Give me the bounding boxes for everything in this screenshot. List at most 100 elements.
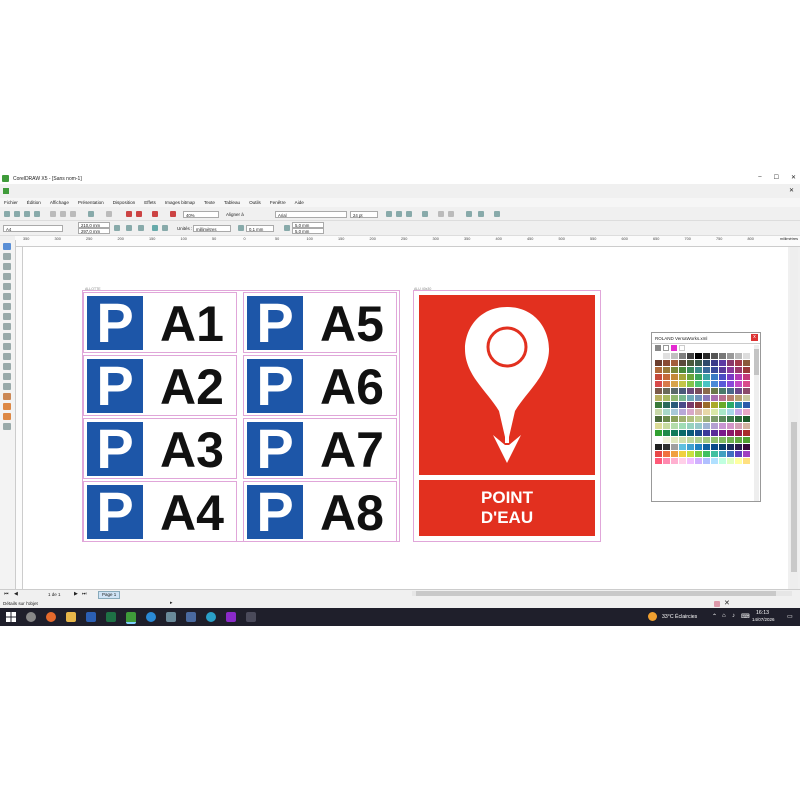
palette-swatch[interactable] [695,395,703,402]
palette-swatch[interactable] [703,451,711,458]
page-height-field[interactable]: 297,0 mm [78,228,110,234]
outline-tool-icon[interactable] [3,403,11,410]
palette-swatch[interactable] [743,353,751,360]
current-page-icon[interactable] [162,225,168,231]
palette-swatch[interactable] [695,402,703,409]
palette-swatch[interactable] [655,402,663,409]
browser-icon[interactable] [206,612,216,622]
palette-swatch[interactable] [703,423,711,430]
palette-swatch[interactable] [663,374,671,381]
search-icon[interactable] [26,612,36,622]
weather-icon[interactable] [648,612,657,621]
notifications-icon[interactable]: ▭ [787,613,793,620]
prev-page-icon[interactable]: ◀ [14,591,18,597]
palette-swatch[interactable] [655,409,663,416]
palette-swatch[interactable] [671,430,679,437]
palette-swatch[interactable] [679,451,687,458]
palette-swatch[interactable] [687,395,695,402]
palette-swatch[interactable] [663,395,671,402]
palette-swatch[interactable] [663,409,671,416]
palette-swatch[interactable] [687,388,695,395]
doc-close-button[interactable]: ✕ [789,187,794,194]
palette-swatch[interactable] [703,353,711,360]
connector-tool-icon[interactable] [3,373,11,380]
palette-swatch[interactable] [655,437,663,444]
parking-sign-a2[interactable]: P A2 [83,355,237,416]
palette-swatch[interactable] [743,395,751,402]
italic-icon[interactable] [396,211,402,217]
palette-swatch[interactable] [671,381,679,388]
palette-swatch[interactable] [743,381,751,388]
fill-tool-icon[interactable] [3,413,11,420]
palette-swatch[interactable] [743,402,751,409]
palette-swatch[interactable] [719,423,727,430]
edge-icon[interactable] [146,612,156,622]
media-icon[interactable] [226,612,236,622]
palette-swatch[interactable] [719,409,727,416]
palette-swatch[interactable] [719,353,727,360]
open-icon[interactable] [14,211,20,217]
palette-swatch[interactable] [727,416,735,423]
palette-swatch[interactable] [663,360,671,367]
palette-swatch[interactable] [703,430,711,437]
palette-swatch[interactable] [687,402,695,409]
palette-close-button[interactable]: x [751,334,758,341]
settings-icon[interactable] [246,612,256,622]
menu-fichier[interactable]: Fichier [4,200,18,205]
page-dimension-spinner-icon[interactable] [114,225,120,231]
palette-swatch[interactable] [655,367,663,374]
palette-swatch[interactable] [687,416,695,423]
palette-swatch[interactable] [695,409,703,416]
polygon-tool-icon[interactable] [3,323,11,330]
weather-text[interactable]: 33°C Éclaircies [662,614,697,620]
palette-swatch[interactable] [663,402,671,409]
palette-swatch[interactable] [679,367,687,374]
palette-swatch[interactable] [671,360,679,367]
first-page-icon[interactable]: ⏮ [4,591,9,597]
palette-swatch[interactable] [735,360,743,367]
palette-swatch[interactable] [735,416,743,423]
palette-swatch[interactable] [711,451,719,458]
parking-sign-a4[interactable]: P A4 [83,481,237,542]
palette-swatch[interactable] [679,388,687,395]
palette-swatch[interactable] [679,360,687,367]
maximize-button[interactable]: ☐ [774,174,779,181]
palette-swatch[interactable] [703,409,711,416]
palette-swatch[interactable] [679,381,687,388]
palette-swatch[interactable] [695,374,703,381]
print-icon[interactable] [34,211,40,217]
import-icon[interactable] [126,211,132,217]
file-explorer-icon[interactable] [66,612,76,622]
calculator-icon[interactable] [186,612,196,622]
pick-tool-icon[interactable] [3,243,11,250]
menu-aide[interactable]: Aide [295,200,304,205]
palette-swatch[interactable] [687,381,695,388]
palette-swatch[interactable] [735,402,743,409]
parking-sign-a7[interactable]: P A7 [243,418,397,479]
undo-icon[interactable] [88,211,94,217]
zoom-level-select[interactable]: 40% [183,211,219,218]
palette-swatch[interactable] [735,458,743,465]
horizontal-scrollbar-thumb[interactable] [416,591,776,596]
keyboard-icon[interactable]: ⌨ [741,613,750,620]
paste-icon[interactable] [70,211,76,217]
palette-scrollbar-thumb[interactable] [754,349,759,375]
interactive-fill-tool-icon[interactable] [3,423,11,430]
palette-swatch[interactable] [743,423,751,430]
palette-swatch[interactable] [695,388,703,395]
palette-swatch[interactable] [727,423,735,430]
palette-swatch[interactable] [735,409,743,416]
parking-sign-a6[interactable]: P A6 [243,355,397,416]
palette-swatch[interactable] [719,437,727,444]
palette-swatch[interactable] [735,430,743,437]
palette-swatch[interactable] [687,451,695,458]
palette-swatch[interactable] [671,409,679,416]
basic-shapes-tool-icon[interactable] [3,333,11,340]
palette-swatch[interactable] [735,381,743,388]
edit-text-icon[interactable] [466,211,472,217]
menu-fenetre[interactable]: Fenêtre [270,200,286,205]
palette-swatch[interactable] [655,430,663,437]
palette-swatch[interactable] [727,402,735,409]
palette-swatch[interactable] [695,416,703,423]
palette-swatch[interactable] [711,437,719,444]
